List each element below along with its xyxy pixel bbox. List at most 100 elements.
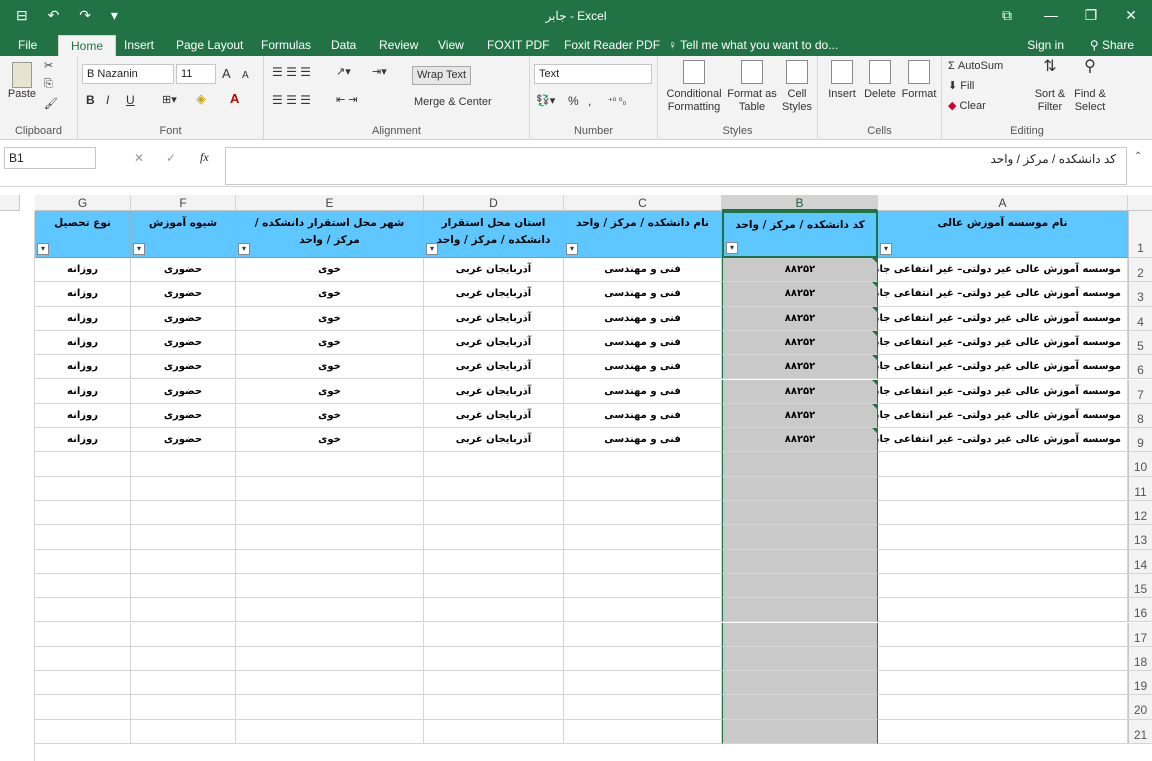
cell-b[interactable]: ۸۸۲۵۲ [722,306,878,331]
filter-dropdown-icon[interactable]: ▾ [133,243,145,255]
cell-d[interactable] [424,501,564,526]
cell-a[interactable]: موسسه آموزش عالی غیر دولتی– غیر انتفاعی … [878,355,1128,380]
cell-a[interactable] [878,476,1128,501]
fill-color-icon[interactable]: ◈ [196,92,206,105]
row-header[interactable]: 2 [1128,258,1152,283]
cell-d[interactable] [424,719,564,744]
align-top-icon[interactable]: ☰ ☰ ☰ [272,66,311,79]
shrink-font-button[interactable]: A [242,69,249,82]
row-header[interactable]: 20 [1128,695,1152,720]
cell-f[interactable] [131,598,236,623]
cell-b[interactable] [722,525,878,550]
cell-a[interactable] [878,622,1128,647]
cell-a[interactable] [878,671,1128,696]
tab-foxit-pdf[interactable]: FOXIT PDF [487,35,549,56]
cell-b[interactable]: ۸۸۲۵۲ [722,403,878,429]
cell-b[interactable] [722,476,878,501]
cell-e[interactable]: خوی [236,403,424,429]
column-header-d[interactable]: D [424,195,564,211]
close-button[interactable]: ✕ [1116,4,1146,26]
cell-a[interactable]: موسسه آموزش عالی غیر دولتی– غیر انتفاعی … [878,258,1128,283]
cell-d[interactable]: آذربایجان غربی [424,282,564,307]
cell-b[interactable] [722,573,878,599]
cell-b[interactable] [722,549,878,574]
cell-d[interactable]: آذربایجان غربی [424,403,564,429]
font-color-icon[interactable]: A [230,92,239,105]
copy-icon[interactable]: ⎘ [44,78,53,91]
cell-e[interactable]: خوی [236,355,424,380]
cell-g[interactable]: روزانه [35,379,131,404]
decimal-icon[interactable]: ⁺⁰ ⁰₀ [608,95,626,108]
cell-a[interactable]: موسسه آموزش عالی غیر دولتی– غیر انتفاعی … [878,428,1128,453]
header-cell-e[interactable]: شهر محل استقرار دانشکده / مرکز / واحد ▾ [236,211,424,258]
cell-g[interactable]: روزانه [35,403,131,429]
filter-dropdown-icon[interactable]: ▾ [426,243,438,255]
row-header[interactable]: 9 [1128,428,1152,453]
row-header[interactable]: 14 [1128,549,1152,574]
cell-c[interactable] [564,573,722,599]
restore-button[interactable]: ❐ [1076,4,1106,26]
autosum-button[interactable]: Σ AutoSum [948,60,1003,73]
cell-f[interactable] [131,525,236,550]
cell-a[interactable] [878,525,1128,550]
cell-g[interactable] [35,549,131,574]
filter-dropdown-icon[interactable]: ▾ [726,242,738,254]
cell-a[interactable] [878,549,1128,574]
column-header-g[interactable]: G [35,195,131,211]
cell-d[interactable] [424,476,564,501]
accounting-icon[interactable]: 💱▾ [536,95,555,108]
cell-c[interactable]: فنی و مهندسی [564,306,722,331]
cell-c[interactable] [564,549,722,574]
cell-d[interactable] [424,695,564,720]
comma-button[interactable]: , [588,95,591,108]
cell-a[interactable] [878,719,1128,744]
cell-f[interactable] [131,695,236,720]
tab-data[interactable]: Data [331,35,356,56]
column-header-f[interactable]: F [131,195,236,211]
cell-b[interactable] [722,598,878,623]
cell-f[interactable] [131,452,236,477]
rtl-icon[interactable]: ⇥▾ [372,66,387,79]
cell-a[interactable]: موسسه آموزش عالی غیر دولتی– غیر انتفاعی … [878,282,1128,307]
borders-icon[interactable]: ⊞▾ [162,94,177,107]
cell-a[interactable]: موسسه آموزش عالی غیر دولتی– غیر انتفاعی … [878,330,1128,356]
format-as-table-button[interactable]: Format as Table [726,60,778,114]
ribbon-display-icon[interactable]: ⧉ [992,4,1022,26]
collapse-formula-icon[interactable]: ⌃ [1134,151,1142,162]
filter-dropdown-icon[interactable]: ▾ [238,243,250,255]
cell-c[interactable] [564,476,722,501]
cell-e[interactable] [236,671,424,696]
cell-e[interactable] [236,549,424,574]
cell-g[interactable] [35,501,131,526]
cell-e[interactable]: خوی [236,428,424,453]
cell-c[interactable]: فنی و مهندسی [564,428,722,453]
header-cell-b[interactable]: کد دانشکده / مرکز / واحد ▾ [722,211,878,258]
cell-d[interactable] [424,646,564,672]
row-header[interactable]: 7 [1128,379,1152,404]
cell-e[interactable]: خوی [236,282,424,307]
share-button[interactable]: ⚲ Share [1090,35,1134,56]
cell-c[interactable] [564,719,722,744]
cell-f[interactable]: حضوری [131,282,236,307]
merge-center-button[interactable]: Merge & Center [414,96,492,109]
cell-c[interactable] [564,525,722,550]
cell-f[interactable] [131,719,236,744]
cell-c[interactable]: فنی و مهندسی [564,282,722,307]
insert-function-button[interactable]: fx [200,150,209,165]
find-select-button[interactable]: ⚲ Find & Select [1070,59,1110,114]
orientation-icon[interactable]: ↗▾ [336,66,351,79]
cell-f[interactable]: حضوری [131,355,236,380]
insert-cells-button[interactable]: Insert [824,60,860,101]
conditional-formatting-button[interactable]: Conditional Formatting [662,60,726,114]
cell-g[interactable]: روزانه [35,282,131,307]
cell-g[interactable] [35,525,131,550]
cell-f[interactable]: حضوری [131,330,236,356]
tab-page-layout[interactable]: Page Layout [176,35,243,56]
format-painter-icon[interactable]: 🖌 [44,98,58,111]
cell-a[interactable] [878,646,1128,672]
tell-me-box[interactable]: ♀ Tell me what you want to do... [668,35,838,56]
cell-a[interactable]: موسسه آموزش عالی غیر دولتی– غیر انتفاعی … [878,403,1128,429]
tab-insert[interactable]: Insert [124,35,154,56]
column-header-a[interactable]: A [878,195,1128,211]
cell-c[interactable]: فنی و مهندسی [564,258,722,283]
